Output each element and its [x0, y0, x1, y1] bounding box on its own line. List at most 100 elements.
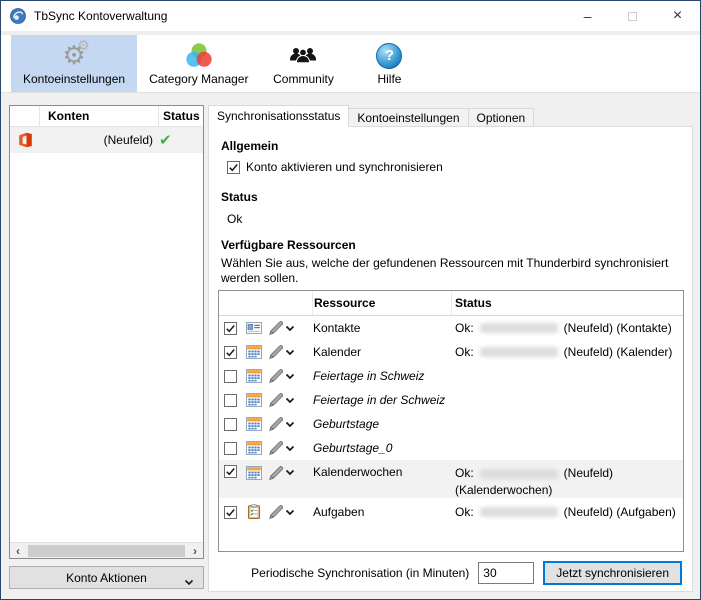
close-button[interactable]: ×: [655, 1, 700, 31]
account-actions-button[interactable]: Konto Aktionen: [9, 566, 204, 589]
resource-status-suffix: (Neufeld) (Kalender): [564, 345, 673, 359]
scroll-left-icon[interactable]: ‹: [10, 544, 26, 558]
resource-checkbox[interactable]: [224, 394, 237, 407]
scroll-right-icon[interactable]: ›: [187, 544, 203, 558]
sync-footer: Periodische Synchronisation (in Minuten)…: [251, 561, 682, 585]
tasks-icon: [246, 504, 262, 520]
resource-row[interactable]: Feiertage in der Schweiz: [219, 388, 683, 412]
resources-table-header: Ressource Status: [219, 291, 683, 316]
resource-row[interactable]: Geburtstage: [219, 412, 683, 436]
resource-checkbox[interactable]: [224, 322, 237, 335]
toolbar-item-hilfe[interactable]: ?Hilfe: [346, 35, 432, 92]
horizontal-scrollbar[interactable]: ‹ ›: [10, 542, 203, 558]
minimize-button[interactable]: –: [565, 1, 610, 31]
chevron-down-icon: [184, 575, 194, 589]
resource-checkbox[interactable]: [224, 346, 237, 359]
edit-pencil-icon[interactable]: [268, 416, 284, 432]
toolbar-item-category-manager[interactable]: Category Manager: [137, 35, 260, 92]
chevron-down-icon[interactable]: [285, 441, 295, 455]
accounts-status-column-header[interactable]: Status: [159, 106, 203, 126]
resources-heading: Verfügbare Ressourcen: [221, 238, 356, 252]
resource-status-prefix: Ok:: [455, 321, 474, 335]
calendar-icon: [246, 465, 262, 481]
resources-table: Ressource Status KontakteOk:(Neufeld) (K…: [218, 290, 684, 552]
resource-status-suffix: (Neufeld) (Kontakte): [564, 321, 672, 335]
account-actions-label: Konto Aktionen: [66, 571, 147, 585]
resource-status: Ok:(Neufeld) (Aufgaben): [452, 504, 683, 521]
toolbar-item-label: Hilfe: [377, 72, 401, 86]
toolbar: ⚙⚙Kontoeinstellungen Category Manager Comm…: [1, 35, 700, 93]
tab-strip: SynchronisationsstatusKontoeinstellungen…: [208, 105, 533, 127]
redacted-text: [480, 469, 558, 479]
resource-name: Kontakte: [313, 321, 452, 335]
tab-optionen[interactable]: Optionen: [468, 108, 535, 127]
edit-pencil-icon[interactable]: [268, 504, 284, 520]
tbsync-logo-icon: [10, 8, 26, 24]
resource-row[interactable]: KontakteOk: (Neufeld) (Kontakte): [219, 316, 683, 340]
resource-checkbox[interactable]: [224, 418, 237, 431]
chevron-down-icon[interactable]: [285, 393, 295, 407]
resource-status: Ok: (Neufeld) (Kontakte): [452, 320, 683, 337]
toolbar-item-label: Category Manager: [149, 72, 248, 86]
tbsync-window: TbSync Kontoverwaltung – × ⚙⚙Kontoeinste…: [0, 0, 701, 600]
chevron-down-icon[interactable]: [285, 465, 295, 479]
calendar-icon: [246, 368, 262, 384]
edit-pencil-icon[interactable]: [268, 344, 284, 360]
chevron-down-icon[interactable]: [285, 321, 295, 335]
toolbar-item-community[interactable]: Community: [260, 35, 346, 92]
tab-synchronisationsstatus[interactable]: Synchronisationsstatus: [208, 105, 349, 127]
status-value: Ok: [227, 212, 242, 226]
resource-checkbox[interactable]: [224, 370, 237, 383]
accounts-list-header: Konten Status: [10, 106, 203, 127]
enable-account-label: Konto aktivieren und synchronisieren: [246, 160, 443, 174]
main-area: Konten Status (Neufeld)✔ ‹ › Konto Aktio…: [1, 94, 700, 599]
chevron-down-icon[interactable]: [285, 345, 295, 359]
titlebar: TbSync Kontoverwaltung – ×: [1, 1, 700, 31]
chevron-down-icon[interactable]: [285, 369, 295, 383]
edit-pencil-icon[interactable]: [268, 465, 284, 481]
enable-account-checkbox[interactable]: [227, 161, 240, 174]
scrollbar-thumb[interactable]: [28, 545, 185, 557]
resource-checkbox[interactable]: [224, 442, 237, 455]
maximize-button[interactable]: [610, 1, 655, 31]
sync-now-button[interactable]: Jetzt synchronisieren: [543, 561, 682, 585]
resource-column-header[interactable]: Ressource: [313, 291, 452, 315]
resource-checkbox[interactable]: [224, 465, 237, 478]
resource-name: Kalenderwochen: [313, 465, 452, 479]
settings-panel: Allgemein Konto aktivieren und synchroni…: [208, 126, 693, 592]
resource-name: Aufgaben: [313, 505, 452, 519]
account-status-ok-icon: ✔: [159, 131, 203, 149]
tab-kontoeinstellungen[interactable]: Kontoeinstellungen: [348, 108, 468, 127]
resource-status-prefix: Ok:: [455, 505, 474, 519]
resource-name: Kalender: [313, 345, 452, 359]
account-row[interactable]: (Neufeld)✔: [10, 127, 203, 153]
resources-tools-column-header: [219, 291, 313, 315]
chevron-down-icon[interactable]: [285, 505, 295, 519]
category-icon: [184, 39, 214, 72]
gears-icon: ⚙⚙: [62, 39, 85, 72]
resource-checkbox[interactable]: [224, 506, 237, 519]
resource-row[interactable]: Geburtstage_0: [219, 436, 683, 460]
community-icon: [288, 39, 318, 72]
enable-account-checkbox-row[interactable]: Konto aktivieren und synchronisieren: [227, 160, 443, 174]
edit-pencil-icon[interactable]: [268, 440, 284, 456]
status-column-header[interactable]: Status: [452, 291, 683, 315]
resource-name: Feiertage in der Schweiz: [313, 393, 452, 407]
edit-pencil-icon[interactable]: [268, 392, 284, 408]
resource-row[interactable]: AufgabenOk:(Neufeld) (Aufgaben): [219, 498, 683, 526]
resources-rows: KontakteOk:(Neufeld) (Kontakte)KalenderO…: [219, 316, 683, 526]
resource-row[interactable]: KalenderwochenOk:(Neufeld)(Kalenderwoche…: [219, 460, 683, 498]
edit-pencil-icon[interactable]: [268, 368, 284, 384]
resource-row[interactable]: KalenderOk:(Neufeld) (Kalender): [219, 340, 683, 364]
redacted-text: [480, 347, 558, 357]
accounts-list: Konten Status (Neufeld)✔ ‹ ›: [9, 105, 204, 559]
resource-row[interactable]: Feiertage in Schweiz: [219, 364, 683, 388]
addressbook-icon: [246, 320, 262, 336]
edit-pencil-icon[interactable]: [268, 320, 284, 336]
chevron-down-icon[interactable]: [285, 417, 295, 431]
general-heading: Allgemein: [221, 139, 278, 153]
accounts-name-column-header[interactable]: Konten: [40, 106, 159, 126]
account-name: (Neufeld): [40, 133, 159, 147]
sync-interval-input[interactable]: [478, 562, 534, 584]
toolbar-item-kontoeinstellungen[interactable]: ⚙⚙Kontoeinstellungen: [11, 35, 137, 92]
